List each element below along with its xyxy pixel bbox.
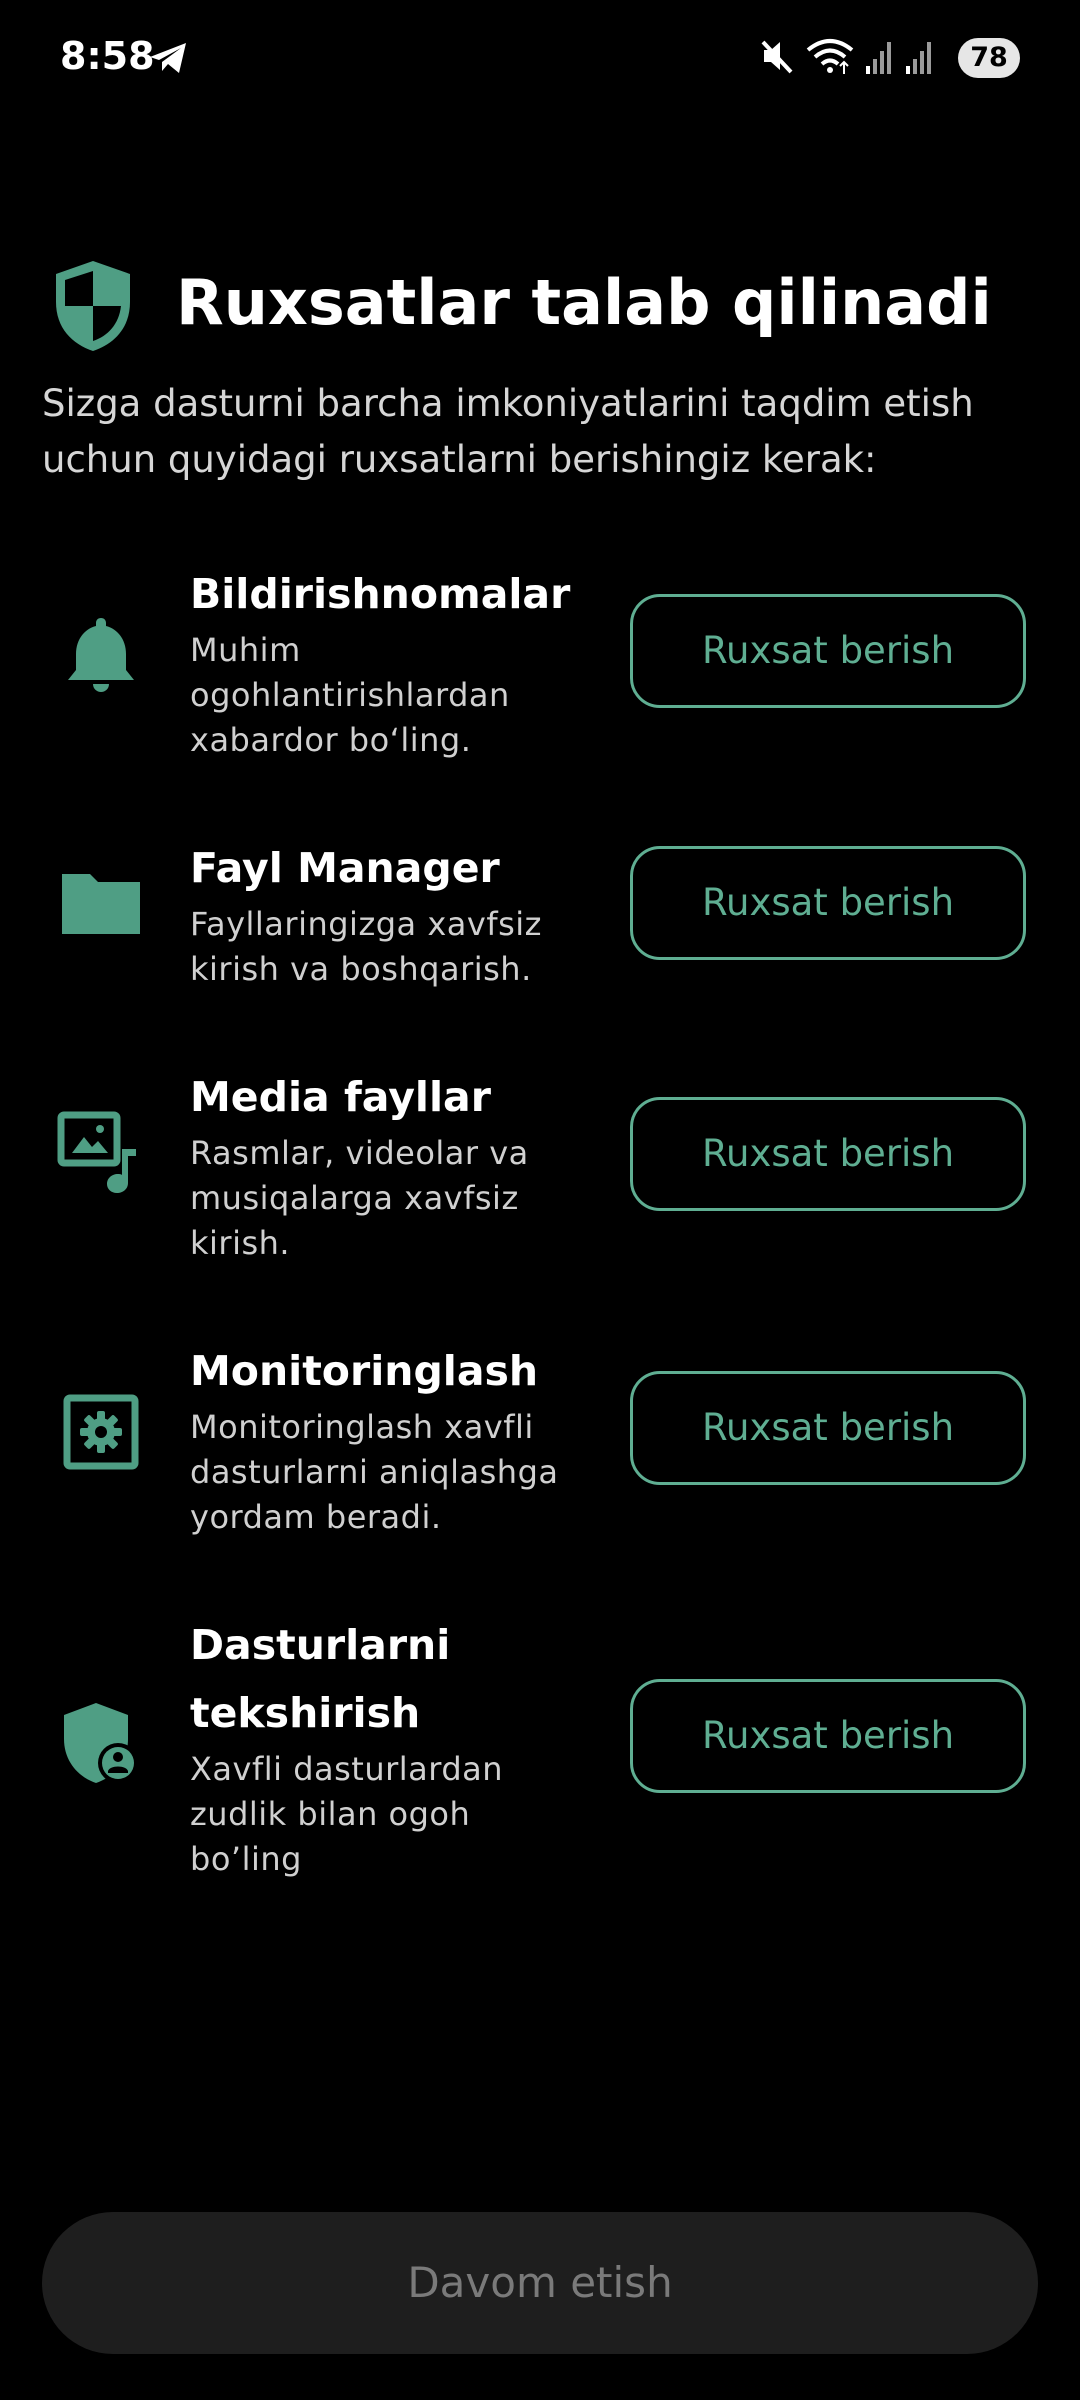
shield-icon xyxy=(56,261,130,351)
permission-text: Dasturlarni tekshirish Xavfli dasturlard… xyxy=(190,1611,580,1882)
permission-row-media: Media fayllar Rasmlar, videolar va musiq… xyxy=(0,1063,1080,1262)
permission-description: Xavfli dasturlardan zudlik bilan ogoh bo… xyxy=(190,1750,504,1878)
permission-title: Monitoringlash xyxy=(190,1347,539,1395)
folder-icon xyxy=(62,874,140,934)
permission-description: Fayllaringizga xavfsiz kirish va boshqar… xyxy=(190,905,542,988)
battery-icon: 78 xyxy=(958,38,1020,78)
signal-icon xyxy=(866,42,891,74)
telegram-icon xyxy=(150,43,186,73)
status-bar: 8:58 78 xyxy=(0,0,1080,118)
permission-title: Bildirishnomalar xyxy=(190,570,571,618)
permission-description: Monitoringlash xavfli dasturlarni aniqla… xyxy=(190,1408,559,1536)
permission-description: Muhim ogohlantirishlardan xabardor bo‘li… xyxy=(190,631,510,759)
continue-button[interactable]: Davom etish xyxy=(42,2212,1038,2354)
status-icons: 78 xyxy=(760,36,1020,82)
permission-row-app-scan: Dasturlarni tekshirish Xavfli dasturlard… xyxy=(0,1611,1080,1878)
permission-title: Media fayllar xyxy=(190,1073,491,1121)
permission-text: Bildirishnomalar Muhim ogohlantirishlard… xyxy=(190,560,580,763)
page-title: Ruxsatlar talab qilinadi xyxy=(176,266,992,339)
permission-text: Monitoringlash Monitoringlash xavfli das… xyxy=(190,1337,580,1540)
permission-title: Dasturlarni tekshirish xyxy=(190,1621,451,1737)
shield-user-icon xyxy=(64,1703,138,1783)
status-time: 8:58 xyxy=(60,34,155,78)
media-icon xyxy=(57,1111,136,1193)
permission-row-monitoring: Monitoringlash Monitoringlash xavfli das… xyxy=(0,1337,1080,1536)
grant-monitoring-button[interactable]: Ruxsat berish xyxy=(630,1371,1026,1485)
bell-icon xyxy=(68,618,134,692)
permission-description: Rasmlar, videolar va musiqalarga xavfsiz… xyxy=(190,1134,529,1262)
signal-icon xyxy=(906,42,931,74)
grant-notifications-button[interactable]: Ruxsat berish xyxy=(630,594,1026,708)
grant-media-button[interactable]: Ruxsat berish xyxy=(630,1097,1026,1211)
grant-file-manager-button[interactable]: Ruxsat berish xyxy=(630,846,1026,960)
permission-text: Fayl Manager Fayllaringizga xavfsiz kiri… xyxy=(190,834,580,992)
permission-text: Media fayllar Rasmlar, videolar va musiq… xyxy=(190,1063,580,1266)
wifi-icon xyxy=(806,39,854,74)
permission-row-notifications: Bildirishnomalar Muhim ogohlantirishlard… xyxy=(0,560,1080,760)
mute-icon xyxy=(761,40,793,74)
permission-title: Fayl Manager xyxy=(190,844,500,892)
monitoring-icon xyxy=(63,1394,139,1470)
grant-app-scan-button[interactable]: Ruxsat berish xyxy=(630,1679,1026,1793)
permission-row-file-manager: Fayl Manager Fayllaringizga xavfsiz kiri… xyxy=(0,834,1080,988)
page-subtitle: Sizga dasturni barcha imkoniyatlarini ta… xyxy=(42,382,974,481)
